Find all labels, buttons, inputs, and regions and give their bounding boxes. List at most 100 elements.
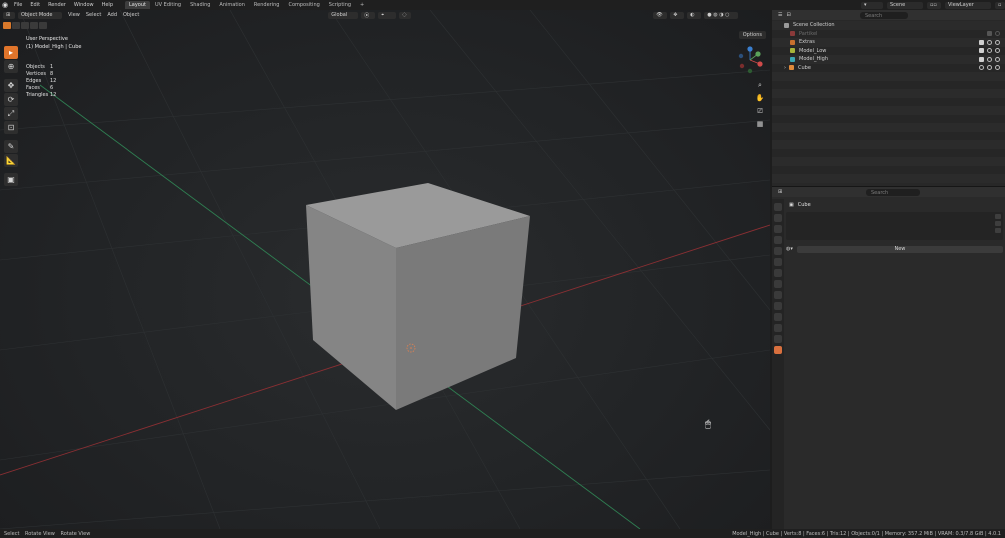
overlay-icon[interactable]: ◐ — [687, 11, 702, 19]
transform-tool-icon[interactable]: ⊡ — [4, 121, 18, 134]
physics-tab-icon[interactable] — [774, 313, 782, 321]
menu-select[interactable]: Select — [83, 12, 104, 18]
visibility-icon[interactable]: 👁 — [653, 11, 668, 19]
select-mode-icon[interactable] — [3, 22, 11, 29]
menu-add[interactable]: Add — [104, 12, 120, 18]
cube-object[interactable] — [306, 183, 530, 410]
eye-icon[interactable] — [995, 31, 1000, 37]
material-browse-icon[interactable]: ◍▾ — [786, 246, 793, 252]
blender-logo-icon[interactable]: ◉ — [0, 0, 10, 10]
select-extend-icon[interactable] — [12, 22, 20, 29]
editor-type-icon[interactable]: ⊞ — [3, 11, 15, 19]
data-tab-icon[interactable] — [774, 335, 782, 343]
camera-view-icon[interactable]: ⎚ — [755, 106, 765, 116]
outliner-row-extras[interactable]: Extras — [772, 38, 1005, 47]
properties-search-input[interactable]: Search — [866, 189, 920, 196]
perspective-toggle-icon[interactable]: ▦ — [755, 119, 765, 129]
scene-field[interactable]: Scene — [887, 1, 923, 9]
select-tool-icon[interactable]: ▸ — [4, 46, 18, 59]
menu-help[interactable]: Help — [98, 2, 117, 8]
outliner-row-partikel[interactable]: Partikel — [772, 29, 1005, 38]
outliner-editor-icon[interactable]: ☰ — [778, 12, 782, 18]
navigation-gizmo-icon[interactable] — [736, 46, 764, 74]
proportional-edit-icon[interactable]: ◌ — [399, 11, 412, 19]
particles-tab-icon[interactable] — [774, 302, 782, 310]
outliner-search-input[interactable]: Search — [860, 12, 908, 19]
menu-object[interactable]: Object — [120, 12, 142, 18]
remove-slot-button[interactable] — [995, 221, 1001, 226]
tab-shading[interactable]: Shading — [186, 1, 214, 9]
view-layer-tab-icon[interactable] — [774, 236, 782, 244]
gizmo-toggle-icon[interactable]: ✥ — [670, 11, 685, 19]
slot-menu-button[interactable] — [995, 228, 1001, 233]
options-button[interactable]: Options — [738, 31, 766, 39]
select-intersect-icon[interactable] — [39, 22, 47, 29]
scene-selector-icon[interactable]: ▾ — [861, 1, 883, 9]
camera-icon[interactable] — [995, 56, 1000, 62]
zoom-icon[interactable]: ⌕ — [755, 80, 765, 90]
pivot-icon[interactable]: ⦿ — [361, 11, 376, 19]
scene-tab-icon[interactable] — [774, 247, 782, 255]
select-invert-icon[interactable] — [30, 22, 38, 29]
view-layer-buttons-icon[interactable]: ▫ — [995, 1, 1005, 9]
material-tab-icon[interactable] — [774, 346, 782, 354]
select-arrow-icon[interactable] — [979, 65, 984, 71]
outliner-row-cube[interactable]: › Cube — [772, 63, 1005, 72]
outliner-row-model-low[interactable]: Model_Low — [772, 46, 1005, 55]
tab-rendering[interactable]: Rendering — [250, 1, 284, 9]
tab-scripting[interactable]: Scripting — [325, 1, 355, 9]
checkbox-icon[interactable] — [979, 39, 984, 45]
constraints-tab-icon[interactable] — [774, 324, 782, 332]
scene-buttons-icon[interactable]: ▫▫ — [927, 1, 941, 9]
add-cube-tool-icon[interactable]: ▣ — [4, 173, 18, 186]
menu-edit[interactable]: Edit — [26, 2, 44, 8]
camera-icon[interactable] — [995, 65, 1000, 71]
new-material-button[interactable]: New — [796, 245, 1003, 253]
render-tab-icon[interactable] — [774, 214, 782, 222]
add-slot-button[interactable] — [995, 214, 1001, 219]
rotate-tool-icon[interactable]: ⟳ — [4, 93, 18, 106]
snap-icon[interactable]: ⌖ — [378, 11, 397, 19]
scale-tool-icon[interactable]: ⤢ — [4, 107, 18, 120]
world-tab-icon[interactable] — [774, 258, 782, 266]
transform-orientation[interactable]: Global — [328, 11, 359, 19]
outliner-row-model-high[interactable]: Model_High — [772, 55, 1005, 64]
eye-icon[interactable] — [987, 39, 992, 45]
tab-layout[interactable]: Layout — [125, 1, 150, 9]
collection-tab-icon[interactable] — [774, 269, 782, 277]
pan-hand-icon[interactable]: ✋ — [755, 93, 765, 103]
checkbox-icon[interactable] — [987, 31, 992, 37]
add-workspace-icon[interactable]: + — [356, 1, 368, 9]
expand-arrow-icon[interactable]: › — [784, 65, 786, 71]
tool-tab-icon[interactable] — [774, 203, 782, 211]
cursor-tool-icon[interactable]: ⊕ — [4, 60, 18, 73]
material-slot-list[interactable] — [786, 212, 1003, 240]
camera-icon[interactable] — [995, 39, 1000, 45]
eye-icon[interactable] — [987, 56, 992, 62]
tab-compositing[interactable]: Compositing — [284, 1, 323, 9]
shading-modes-icon[interactable]: ● ◍ ◑ ○ — [704, 11, 739, 19]
select-subtract-icon[interactable] — [21, 22, 29, 29]
menu-render[interactable]: Render — [44, 2, 70, 8]
annotate-tool-icon[interactable]: ✎ — [4, 140, 18, 153]
menu-file[interactable]: File — [10, 2, 26, 8]
eye-icon[interactable] — [987, 65, 992, 71]
properties-editor-icon[interactable]: ⊞ — [778, 189, 782, 195]
display-mode-icon[interactable]: ⊟ — [786, 12, 790, 18]
tab-animation[interactable]: Animation — [215, 1, 249, 9]
checkbox-icon[interactable] — [979, 48, 984, 54]
view-layer-field[interactable]: ViewLayer — [945, 1, 991, 9]
move-tool-icon[interactable]: ✥ — [4, 79, 18, 92]
eye-icon[interactable] — [987, 48, 992, 54]
modifier-tab-icon[interactable] — [774, 291, 782, 299]
outliner-row-scene-collection[interactable]: Scene Collection — [772, 21, 1005, 30]
menu-window[interactable]: Window — [70, 2, 98, 8]
measure-tool-icon[interactable]: 📐 — [4, 154, 18, 167]
checkbox-icon[interactable] — [979, 56, 984, 62]
menu-view[interactable]: View — [65, 12, 83, 18]
3d-viewport[interactable]: ⊞ Object Mode View Select Add Object Glo… — [0, 10, 770, 529]
tab-uv-editing[interactable]: UV Editing — [151, 1, 185, 9]
output-tab-icon[interactable] — [774, 225, 782, 233]
camera-icon[interactable] — [995, 48, 1000, 54]
mode-selector[interactable]: Object Mode — [18, 11, 62, 19]
